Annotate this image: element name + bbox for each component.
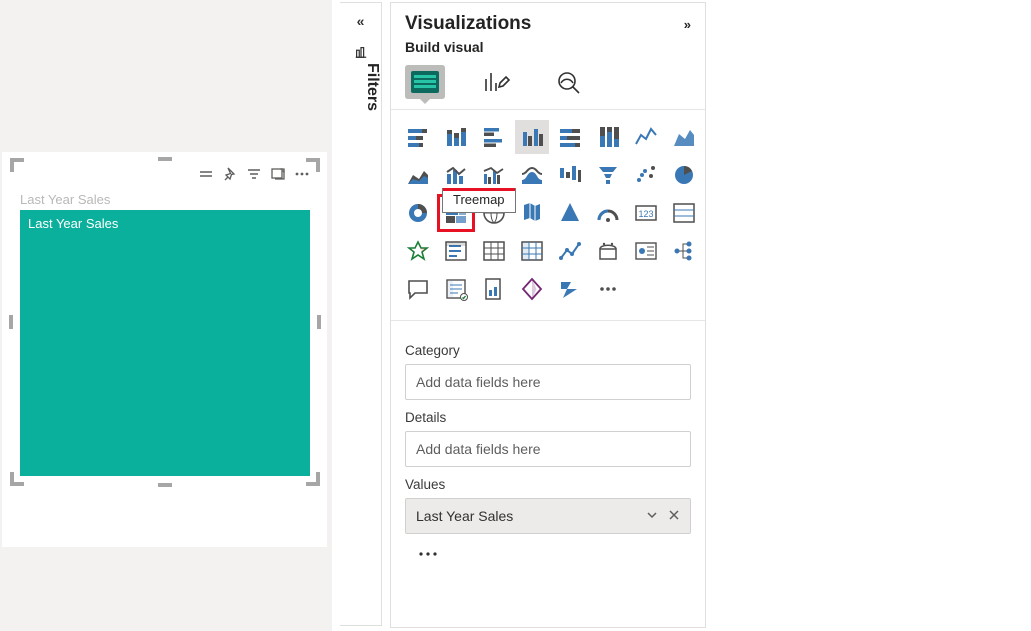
viz-r-visual[interactable] bbox=[553, 234, 587, 268]
resize-handle-b[interactable] bbox=[158, 483, 172, 487]
viz-pie[interactable] bbox=[667, 158, 701, 192]
viz-power-apps[interactable] bbox=[515, 272, 549, 306]
mode-switch-row bbox=[391, 59, 705, 110]
viz-line[interactable] bbox=[629, 120, 663, 154]
filter-icon[interactable] bbox=[246, 166, 262, 182]
viz-funnel[interactable] bbox=[591, 158, 625, 192]
well-category[interactable]: Add data fields here bbox=[405, 364, 691, 400]
viz-waterfall[interactable] bbox=[553, 158, 587, 192]
report-canvas-background: Last Year Sales Last Year Sales bbox=[0, 0, 332, 631]
viz-line-clustered-column[interactable] bbox=[477, 158, 511, 192]
well-label-details: Details bbox=[405, 410, 691, 425]
filters-pane-collapsed[interactable]: « Filters bbox=[340, 2, 382, 626]
build-visual-tab[interactable] bbox=[405, 65, 445, 99]
well-label-values: Values bbox=[405, 477, 691, 492]
drag-grip-icon[interactable] bbox=[198, 166, 214, 182]
collapse-pane-icon[interactable]: » bbox=[684, 17, 691, 32]
viz-narrative[interactable] bbox=[439, 272, 473, 306]
viz-power-automate[interactable] bbox=[553, 272, 587, 306]
viz-area[interactable] bbox=[667, 120, 701, 154]
viz-python-visual[interactable] bbox=[591, 234, 625, 268]
focus-mode-icon[interactable] bbox=[270, 166, 286, 182]
treemap-visual[interactable]: Last Year Sales Last Year Sales bbox=[14, 162, 316, 482]
well-label-category: Category bbox=[405, 343, 691, 358]
more-options-icon[interactable] bbox=[294, 166, 310, 182]
tooltip-treemap: Treemap bbox=[442, 188, 516, 213]
viz-more-visuals[interactable] bbox=[591, 272, 625, 306]
viz-matrix[interactable] bbox=[515, 234, 549, 268]
visual-gallery: 123 bbox=[391, 110, 705, 321]
pane-title: Visualizations bbox=[405, 13, 531, 35]
values-field-label: Last Year Sales bbox=[416, 508, 513, 524]
field-wells: Category Add data fields here Details Ad… bbox=[391, 321, 705, 627]
analytics-tab[interactable] bbox=[549, 65, 589, 99]
viz-multi-row-card[interactable] bbox=[667, 196, 701, 230]
format-visual-tab[interactable] bbox=[477, 65, 517, 99]
remove-field-icon[interactable] bbox=[668, 508, 680, 524]
treemap-node[interactable]: Last Year Sales bbox=[20, 210, 310, 476]
visualizations-pane: Visualizations » Build visual 123 Catego… bbox=[390, 2, 706, 628]
viz-key-influencers[interactable] bbox=[629, 234, 663, 268]
viz-table[interactable] bbox=[477, 234, 511, 268]
viz-scatter[interactable] bbox=[629, 158, 663, 192]
viz-decomposition-tree[interactable] bbox=[667, 234, 701, 268]
filters-label: Filters bbox=[340, 63, 381, 111]
more-wells[interactable] bbox=[405, 534, 691, 572]
visual-header bbox=[198, 166, 310, 182]
viz-azure-map[interactable] bbox=[553, 196, 587, 230]
well-values[interactable]: Last Year Sales bbox=[405, 498, 691, 534]
viz-line-stacked-column[interactable] bbox=[439, 158, 473, 192]
viz-stacked-column[interactable] bbox=[439, 120, 473, 154]
chevron-down-icon[interactable] bbox=[646, 508, 658, 524]
visual-title: Last Year Sales bbox=[20, 192, 110, 207]
well-details[interactable]: Add data fields here bbox=[405, 431, 691, 467]
filters-header-icon bbox=[340, 45, 381, 62]
viz-100-stacked-column[interactable] bbox=[591, 120, 625, 154]
pin-icon[interactable] bbox=[222, 166, 238, 182]
resize-handle-l[interactable] bbox=[9, 315, 13, 329]
viz-ribbon[interactable] bbox=[515, 158, 549, 192]
pane-subtitle: Build visual bbox=[391, 39, 705, 59]
viz-donut[interactable] bbox=[401, 196, 435, 230]
treemap-node-label: Last Year Sales bbox=[28, 216, 118, 231]
viz-slicer[interactable] bbox=[439, 234, 473, 268]
viz-stacked-bar[interactable] bbox=[401, 120, 435, 154]
report-canvas[interactable]: Last Year Sales Last Year Sales bbox=[2, 152, 327, 547]
viz-clustered-column[interactable] bbox=[515, 120, 549, 154]
viz-clustered-bar[interactable] bbox=[477, 120, 511, 154]
resize-handle-t[interactable] bbox=[158, 157, 172, 161]
svg-text:123: 123 bbox=[638, 209, 653, 219]
viz-100-stacked-bar[interactable] bbox=[553, 120, 587, 154]
viz-kpi[interactable] bbox=[401, 234, 435, 268]
viz-qa[interactable] bbox=[401, 272, 435, 306]
resize-handle-tl[interactable] bbox=[10, 158, 27, 175]
resize-handle-r[interactable] bbox=[317, 315, 321, 329]
viz-paginated[interactable] bbox=[477, 272, 511, 306]
viz-filled-map[interactable] bbox=[515, 196, 549, 230]
viz-card[interactable]: 123 bbox=[629, 196, 663, 230]
viz-gauge[interactable] bbox=[591, 196, 625, 230]
expand-filters-icon[interactable]: « bbox=[340, 13, 381, 29]
viz-stacked-area[interactable] bbox=[401, 158, 435, 192]
